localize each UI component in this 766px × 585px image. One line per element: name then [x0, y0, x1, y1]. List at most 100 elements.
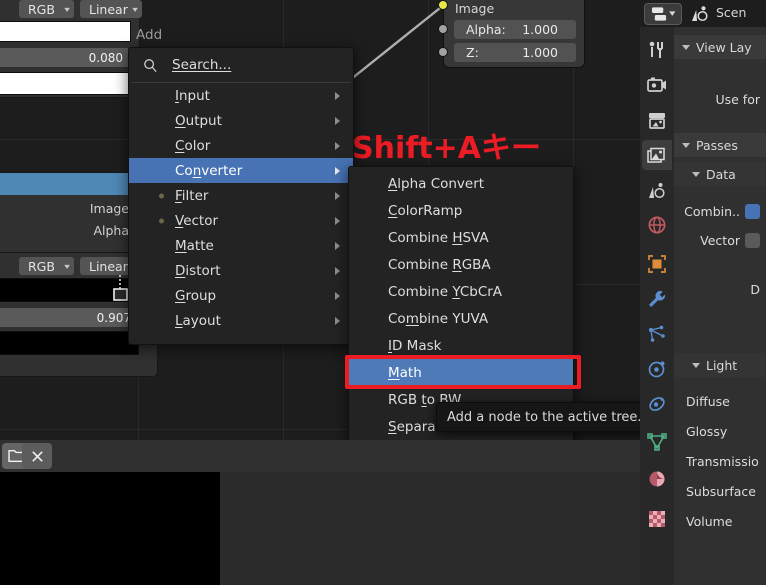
- add-menu-item-filter[interactable]: Filter: [129, 183, 353, 208]
- converter-item-combine-hsva[interactable]: Combine HSVA: [349, 224, 573, 251]
- tab-material[interactable]: [642, 464, 672, 494]
- image-editor-viewport[interactable]: [0, 472, 640, 585]
- row-diffuse[interactable]: Diffuse: [674, 390, 766, 412]
- close-icon: [31, 450, 43, 462]
- converter-item-alpha-convert[interactable]: Alpha Convert: [349, 170, 573, 197]
- colorramp-top-color-swatch[interactable]: [0, 72, 131, 95]
- add-menu-item-vector[interactable]: Vector: [129, 208, 353, 233]
- colorramp-top-interpolation-dropdown[interactable]: RGB ▾: [19, 0, 74, 18]
- add-menu-item-label: Input: [175, 87, 210, 104]
- tab-data[interactable]: [642, 427, 672, 457]
- add-menu-item-output[interactable]: Output: [129, 108, 353, 133]
- image-editor-canvas[interactable]: [0, 472, 220, 585]
- colorramp-node-top[interactable]: RGB ▾ Linear ▾ Pos: 0.080: [0, 0, 142, 98]
- square-orange-icon: [648, 255, 666, 273]
- tab-output[interactable]: [642, 105, 672, 135]
- panel-data-header[interactable]: Data: [674, 162, 766, 186]
- converter-item-combine-yuva[interactable]: Combine YUVA: [349, 305, 573, 332]
- add-menu-item-color[interactable]: Color: [129, 133, 353, 158]
- add-menu-item-label: Color: [175, 137, 211, 154]
- row-diffuse-label: Diffuse: [686, 393, 730, 409]
- add-menu[interactable]: Search... Input Output Color Converter Filte…: [128, 47, 354, 345]
- chevron-down-icon: ▾: [669, 9, 676, 19]
- panel-passes-header[interactable]: Passes: [674, 133, 766, 157]
- row-glossy[interactable]: Glossy: [674, 420, 766, 442]
- material-sphere-icon: [649, 471, 665, 487]
- add-menu-item-layout[interactable]: Layout: [129, 308, 353, 333]
- colorramp-top-gradient-bar[interactable]: [0, 21, 131, 42]
- editor-type-button[interactable]: ▾: [644, 3, 682, 25]
- row-denoise[interactable]: D: [674, 278, 766, 300]
- colorramp-bottom-interpolation-dropdown[interactable]: RGB ▾: [19, 257, 74, 275]
- add-menu-item-matte[interactable]: Matte: [129, 233, 353, 258]
- tab-constraints[interactable]: [642, 389, 672, 419]
- add-menu-item-distort[interactable]: Distort: [129, 258, 353, 283]
- mesh-data-icon: [647, 433, 667, 451]
- wrench-icon: [649, 290, 666, 307]
- row-vector-checkbox[interactable]: [745, 232, 760, 248]
- add-menu-item-label: Output: [175, 112, 222, 129]
- unlink-image-button[interactable]: [22, 443, 52, 469]
- row-vector[interactable]: Vector: [674, 229, 766, 251]
- chevron-right-icon: [335, 166, 340, 175]
- add-menu-item-converter[interactable]: Converter: [129, 158, 353, 183]
- images-icon: [646, 147, 665, 163]
- colorramp-top-colormode-dropdown[interactable]: Linear ▾: [80, 0, 142, 18]
- row-subsurface[interactable]: Subsurface: [674, 480, 766, 502]
- row-volume-label: Volume: [686, 513, 733, 529]
- row-transmission[interactable]: Transmissio: [674, 450, 766, 472]
- tab-view-layer[interactable]: [642, 140, 672, 170]
- add-menu-title: Add: [136, 27, 163, 43]
- tab-particles[interactable]: [642, 319, 672, 349]
- row-combined[interactable]: Combin..: [674, 200, 766, 222]
- row-volume[interactable]: Volume: [674, 510, 766, 532]
- row-use-for[interactable]: Use for: [674, 88, 766, 110]
- converter-item-id-mask[interactable]: ID Mask: [349, 332, 573, 359]
- image-node-output-socket-alpha[interactable]: [438, 24, 448, 34]
- tab-render[interactable]: [642, 70, 672, 100]
- checker-texture-icon: [649, 511, 665, 527]
- colorramp-top-pos-field[interactable]: Pos: 0.080: [0, 48, 131, 67]
- panel-light-label: Light: [706, 357, 738, 373]
- tab-tool[interactable]: [642, 35, 672, 65]
- add-menu-item-label: Vector: [175, 212, 219, 229]
- tab-scene[interactable]: [642, 175, 672, 205]
- add-menu-search-label: Search...: [172, 57, 232, 73]
- tab-object[interactable]: [642, 249, 672, 279]
- row-combined-label: Combin..: [684, 203, 740, 219]
- chevron-right-icon: [335, 266, 340, 275]
- image-node-z-label: Z:: [466, 45, 479, 60]
- image-node-alpha-field[interactable]: Alpha: 1.000: [454, 20, 576, 39]
- converter-item-combine-ycbcra[interactable]: Combine YCbCrA: [349, 278, 573, 305]
- panel-view-layer-label: View Lay: [696, 39, 752, 55]
- add-menu-item-group[interactable]: Group: [129, 283, 353, 308]
- tab-texture[interactable]: [642, 504, 672, 534]
- properties-editor: ▾ Scen View Lay Use for Passes Data Comb…: [640, 0, 766, 585]
- image-node-z-field[interactable]: Z: 1.000: [454, 43, 576, 62]
- properties-tab-column: [640, 27, 674, 585]
- row-combined-checkbox[interactable]: [745, 203, 760, 219]
- tab-physics[interactable]: [642, 354, 672, 384]
- panel-light-header[interactable]: Light: [674, 353, 766, 377]
- image-node[interactable]: Image Alpha: 1.000 Z: 1.000: [438, 0, 585, 68]
- converter-item-combine-rgba[interactable]: Combine RGBA: [349, 251, 573, 278]
- cone-sphere-icon: [649, 182, 665, 198]
- colorramp-bottom-pos-value: 0.907: [96, 310, 131, 325]
- add-menu-search-item[interactable]: Search...: [129, 48, 353, 82]
- tool-icon: [649, 41, 663, 58]
- tab-world[interactable]: [642, 210, 672, 240]
- physics-orbit-icon: [648, 361, 665, 378]
- image-node-output-socket-z[interactable]: [438, 47, 448, 57]
- panel-view-layer-header[interactable]: View Lay: [674, 35, 766, 59]
- colorramp-bottom-pos-field[interactable]: Pos: 0.907: [0, 308, 139, 327]
- add-menu-item-input[interactable]: Input: [129, 83, 353, 108]
- chevron-right-icon: [335, 216, 340, 225]
- converter-item-math[interactable]: Math: [349, 359, 573, 386]
- properties-header: ▾ Scen: [640, 0, 766, 27]
- tab-modifier[interactable]: [642, 284, 672, 314]
- colorramp-bottom-color-swatch[interactable]: [0, 331, 139, 355]
- properties-content: View Lay Use for Passes Data Combin.. Ve…: [674, 27, 766, 585]
- converter-item-label: Alpha Convert: [388, 175, 485, 192]
- converter-item-colorramp[interactable]: ColorRamp: [349, 197, 573, 224]
- image-node-output-socket-image[interactable]: [438, 0, 448, 10]
